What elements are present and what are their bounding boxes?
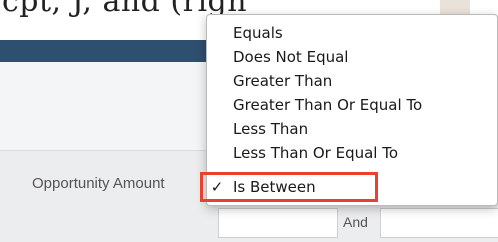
menu-item-label: Less Than bbox=[233, 120, 309, 138]
menu-item-label: Does Not Equal bbox=[233, 48, 349, 66]
and-label: And bbox=[343, 214, 368, 230]
menu-item-less-than[interactable]: Less Than bbox=[207, 117, 497, 141]
menu-item-label: Equals bbox=[233, 24, 283, 42]
menu-item-does-not-equal[interactable]: Does Not Equal bbox=[207, 45, 497, 69]
range-to-input[interactable] bbox=[380, 208, 498, 238]
operator-dropdown-menu: Equals Does Not Equal Greater Than Great… bbox=[206, 14, 498, 206]
menu-item-label: Less Than Or Equal To bbox=[233, 144, 399, 162]
range-from-input[interactable] bbox=[218, 208, 338, 238]
menu-item-equals[interactable]: Equals bbox=[207, 21, 497, 45]
menu-item-label: Greater Than Or Equal To bbox=[233, 96, 423, 114]
menu-item-less-than-or-equal-to[interactable]: Less Than Or Equal To bbox=[207, 141, 497, 165]
check-icon: ✓ bbox=[210, 178, 224, 196]
menu-item-greater-than-or-equal-to[interactable]: Greater Than Or Equal To bbox=[207, 93, 497, 117]
menu-item-greater-than[interactable]: Greater Than bbox=[207, 69, 497, 93]
menu-item-label: Greater Than bbox=[233, 72, 333, 90]
field-label: Opportunity Amount bbox=[32, 175, 165, 192]
menu-item-is-between[interactable]: ✓ Is Between bbox=[207, 175, 497, 199]
menu-item-label: Is Between bbox=[233, 178, 316, 196]
